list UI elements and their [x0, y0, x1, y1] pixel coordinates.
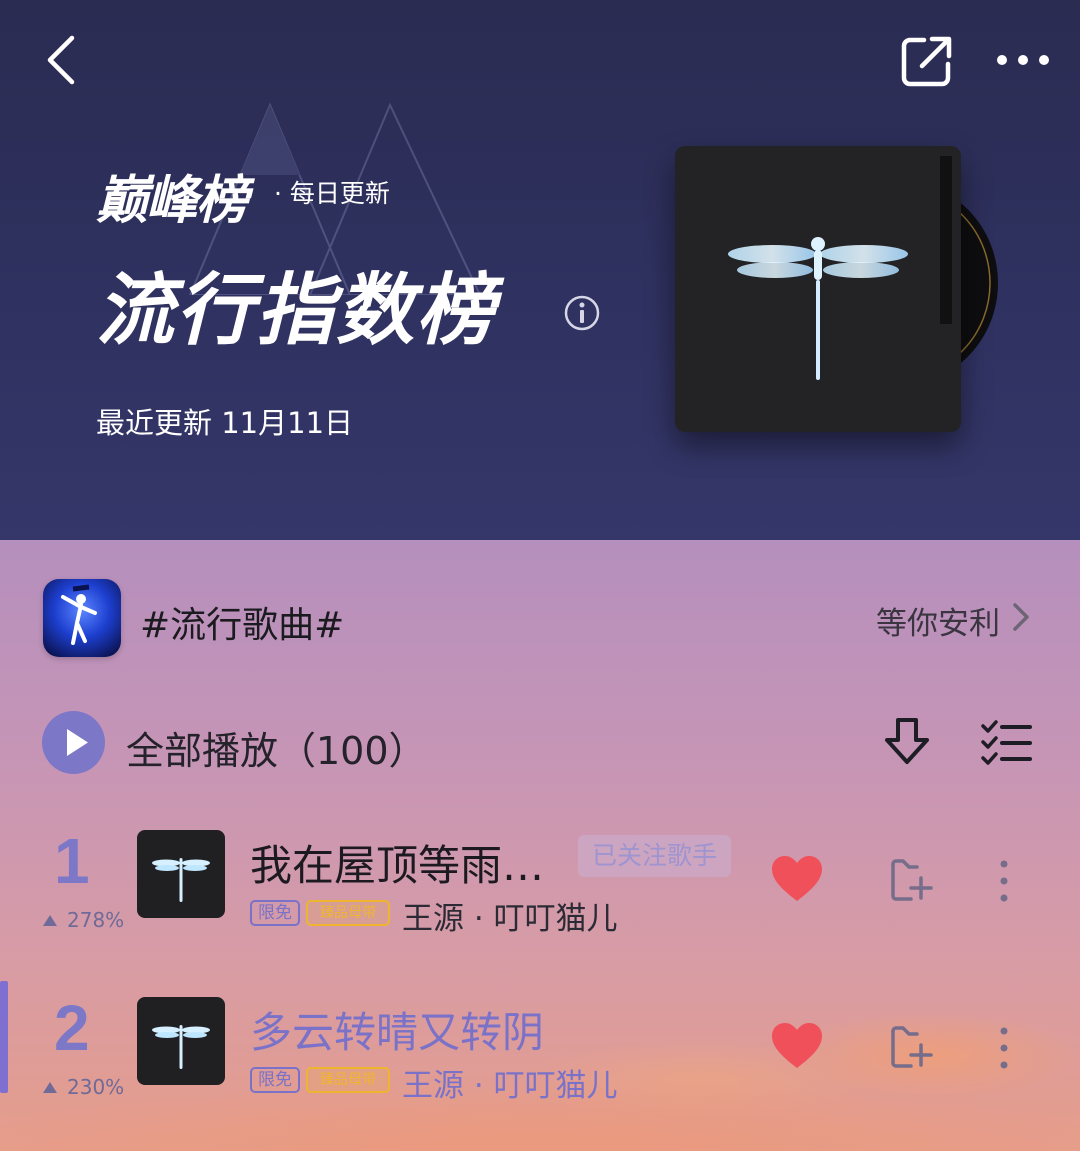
chevron-right-icon[interactable]	[1010, 600, 1032, 634]
brand-subtitle: · 每日更新	[274, 179, 390, 208]
heart-icon[interactable]	[770, 1021, 824, 1071]
page-title: 流行指数榜	[96, 266, 497, 356]
update-date: 最近更新 11月11日	[96, 406, 354, 440]
dancer-icon	[61, 584, 97, 645]
song-rank: 1	[54, 825, 90, 897]
dragonfly-icon	[728, 237, 908, 380]
topic-avatar[interactable]	[43, 579, 121, 657]
play-all-button[interactable]	[42, 711, 105, 774]
song-title[interactable]: 多云转晴又转阴	[250, 999, 544, 1060]
trend-indicator: 230%	[43, 1075, 124, 1099]
more-vertical-icon[interactable]	[994, 1023, 1014, 1073]
heart-icon[interactable]	[770, 854, 824, 904]
quality-tag: 臻品母带	[306, 900, 390, 926]
dragonfly-icon	[152, 1025, 210, 1069]
more-icon[interactable]	[990, 36, 1056, 84]
song-artist[interactable]: 王源 · 叮叮猫儿	[402, 1060, 618, 1105]
song-cover[interactable]	[137, 997, 225, 1085]
topic-link[interactable]: 等你安利	[876, 598, 1000, 643]
back-icon[interactable]	[38, 30, 88, 90]
brand-title: 巅峰榜	[96, 171, 248, 231]
album-cover[interactable]	[675, 146, 961, 432]
playing-indicator	[0, 981, 8, 1093]
follow-badge: 已关注歌手	[578, 835, 732, 877]
song-row[interactable]: 2 230% 多云转晴又转阴 限免 臻品母带 王源 · 叮叮猫儿	[0, 981, 1080, 1147]
trend-value: 230%	[67, 1075, 125, 1099]
album-spine	[940, 156, 952, 324]
dragonfly-icon	[152, 858, 210, 902]
add-to-playlist-icon[interactable]	[889, 856, 935, 902]
song-artist[interactable]: 王源 · 叮叮猫儿	[402, 893, 618, 938]
trend-indicator: 278%	[43, 908, 124, 932]
trend-value: 278%	[67, 908, 125, 932]
song-cover[interactable]	[137, 830, 225, 918]
download-icon[interactable]	[882, 716, 932, 768]
chart-header: 巅峰榜 · 每日更新 流行指数榜 最近更新 11月11日	[0, 0, 1080, 540]
info-icon[interactable]	[562, 293, 602, 333]
free-tag: 限免	[250, 900, 300, 926]
more-vertical-icon[interactable]	[994, 856, 1014, 906]
song-row[interactable]: 1 278% 我在屋顶等雨… 已关注歌手 限免 臻品母带 王源 · 叮叮猫儿	[0, 825, 1080, 980]
trend-up-icon	[43, 915, 57, 926]
free-tag: 限免	[250, 1067, 300, 1093]
song-title[interactable]: 我在屋顶等雨…	[250, 832, 544, 893]
multi-select-icon[interactable]	[980, 718, 1032, 766]
play-icon	[67, 729, 88, 756]
add-to-playlist-icon[interactable]	[889, 1023, 935, 1069]
topic-name[interactable]: #流行歌曲#	[140, 596, 344, 648]
play-all-label[interactable]: 全部播放（100）	[126, 720, 427, 775]
song-rank: 2	[54, 992, 90, 1064]
share-icon[interactable]	[900, 34, 954, 88]
quality-tag: 臻品母带	[306, 1067, 390, 1093]
trend-up-icon	[43, 1082, 57, 1093]
